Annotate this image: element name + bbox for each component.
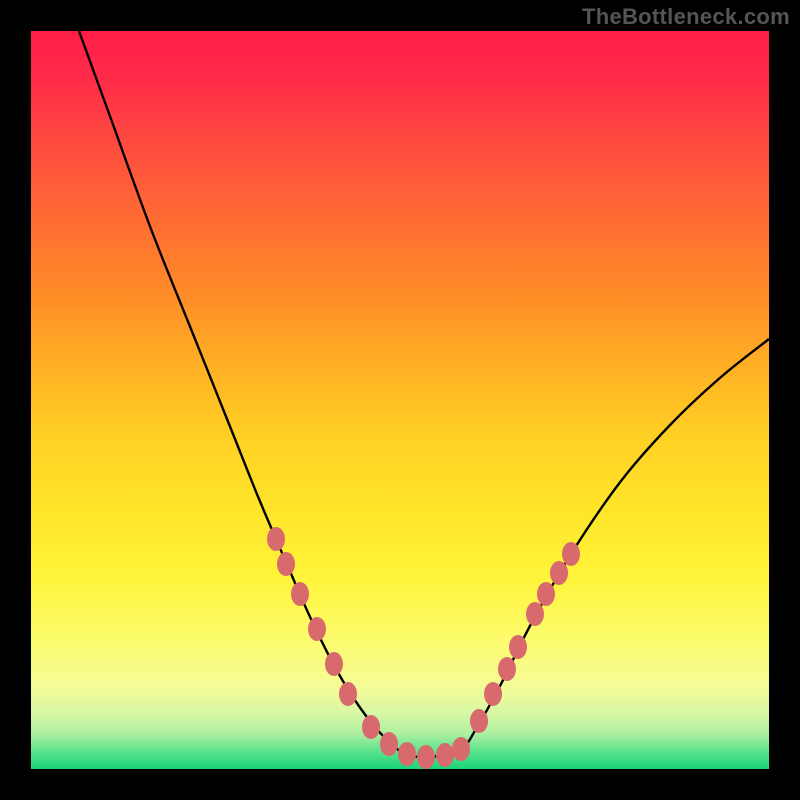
- curve-marker: [526, 602, 544, 626]
- curve-marker: [562, 542, 580, 566]
- curve-layer: [31, 31, 769, 769]
- curve-marker: [277, 552, 295, 576]
- curve-marker: [452, 737, 470, 761]
- curve-marker: [498, 657, 516, 681]
- curve-marker: [308, 617, 326, 641]
- curve-marker: [291, 582, 309, 606]
- curve-marker: [417, 745, 435, 769]
- plot-area: [31, 31, 769, 769]
- curve-marker: [339, 682, 357, 706]
- curve-marker: [436, 743, 454, 767]
- curve-marker: [267, 527, 285, 551]
- curve-markers: [267, 527, 580, 769]
- curve-marker: [380, 732, 398, 756]
- curve-marker: [484, 682, 502, 706]
- bottleneck-curve: [79, 31, 769, 757]
- curve-marker: [537, 582, 555, 606]
- curve-marker: [470, 709, 488, 733]
- curve-marker: [398, 742, 416, 766]
- chart-stage: TheBottleneck.com: [0, 0, 800, 800]
- curve-marker: [362, 715, 380, 739]
- curve-marker: [509, 635, 527, 659]
- watermark-label: TheBottleneck.com: [582, 4, 790, 30]
- curve-marker: [550, 561, 568, 585]
- curve-marker: [325, 652, 343, 676]
